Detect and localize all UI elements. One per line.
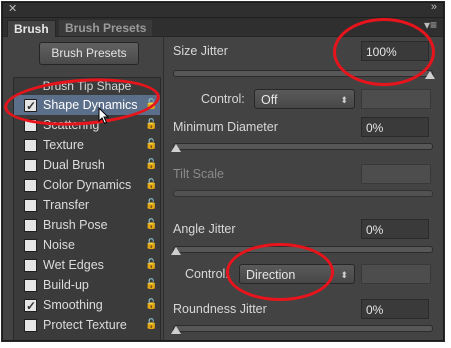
list-item-label: Transfer [43, 198, 90, 212]
list-item-label: Color Dynamics [43, 178, 132, 192]
lock-icon[interactable]: 🔓 [145, 215, 157, 235]
checkbox[interactable] [24, 259, 37, 272]
checkbox[interactable]: ✓ [24, 299, 37, 313]
panel-menu-icon[interactable]: ▾≡ [424, 18, 437, 32]
list-item-label: Smoothing [43, 298, 103, 312]
checkbox[interactable] [24, 199, 37, 212]
size-jitter-label: Size Jitter [173, 44, 228, 58]
panel-divider [163, 36, 164, 340]
lock-icon[interactable]: 🔓 [145, 115, 157, 135]
size-control-label: Control: [201, 92, 245, 106]
list-item-label: Dual Brush [43, 158, 105, 172]
angle-control-label: Control: [185, 267, 229, 281]
list-item-protect-texture[interactable]: Protect Texture 🔓 [14, 315, 160, 335]
collapse-icon[interactable]: » [431, 3, 437, 13]
angle-control-amount [361, 264, 431, 284]
checkbox[interactable] [24, 139, 37, 152]
close-icon[interactable]: ✕ [8, 3, 17, 15]
checkbox[interactable] [24, 319, 37, 332]
lock-icon[interactable]: 🔓 [145, 195, 157, 215]
minimum-diameter-slider[interactable] [173, 143, 433, 150]
tab-brush[interactable]: Brush [7, 20, 56, 37]
roundness-jitter-label: Roundness Jitter [173, 302, 267, 316]
lock-icon[interactable]: 🔓 [145, 275, 157, 295]
roundness-jitter-slider-thumb[interactable] [171, 326, 181, 334]
checkbox[interactable] [24, 159, 37, 172]
list-item-wet-edges[interactable]: Wet Edges 🔓 [14, 255, 160, 275]
minimum-diameter-slider-thumb[interactable] [171, 144, 181, 152]
tilt-scale-label: Tilt Scale [173, 167, 224, 181]
annotation-ring-size-jitter [333, 18, 435, 86]
angle-jitter-value[interactable]: 0% [361, 219, 429, 239]
mouse-cursor-icon [98, 107, 110, 125]
list-item-build-up[interactable]: Build-up 🔓 [14, 275, 160, 295]
dropdown-arrow-icon: ⬍ [340, 95, 348, 105]
lock-icon[interactable]: 🔓 [145, 255, 157, 275]
list-item-color-dynamics[interactable]: Color Dynamics 🔓 [14, 175, 160, 195]
brush-presets-button[interactable]: Brush Presets [39, 42, 139, 65]
list-item-label: Wet Edges [43, 258, 104, 272]
list-item-label: Texture [43, 138, 84, 152]
size-control-value: Off [261, 93, 278, 107]
minimum-diameter-label: Minimum Diameter [173, 120, 278, 134]
roundness-jitter-slider[interactable] [173, 325, 433, 332]
check-icon: ✓ [26, 299, 37, 313]
checkbox[interactable] [24, 239, 37, 252]
angle-jitter-slider-thumb[interactable] [171, 247, 181, 255]
list-item-transfer[interactable]: Transfer 🔓 [14, 195, 160, 215]
annotation-ring-direction [226, 243, 334, 301]
list-item-brush-pose[interactable]: Brush Pose 🔓 [14, 215, 160, 235]
roundness-jitter-value[interactable]: 0% [361, 299, 429, 319]
checkbox[interactable] [24, 179, 37, 192]
list-item-dual-brush[interactable]: Dual Brush 🔓 [14, 155, 160, 175]
tilt-scale-value [361, 164, 431, 184]
minimum-diameter-value[interactable]: 0% [361, 117, 429, 137]
list-item-smoothing[interactable]: ✓ Smoothing 🔓 [14, 295, 160, 315]
dropdown-arrow-icon: ⬍ [340, 270, 348, 280]
tilt-scale-slider [173, 190, 433, 197]
tab-brush-presets[interactable]: Brush Presets [59, 20, 153, 36]
checkbox[interactable] [24, 219, 37, 232]
list-item-label: Noise [43, 238, 75, 252]
lock-icon[interactable]: 🔓 [145, 295, 157, 315]
list-item-label: Brush Pose [43, 218, 108, 232]
size-jitter-slider-thumb[interactable] [425, 71, 435, 79]
panel-titlebar: ✕ » [3, 3, 443, 18]
checkbox[interactable] [24, 279, 37, 292]
lock-icon[interactable]: 🔓 [145, 175, 157, 195]
list-item-label: Build-up [43, 278, 89, 292]
lock-icon[interactable]: 🔓 [145, 155, 157, 175]
angle-jitter-label: Angle Jitter [173, 222, 236, 236]
lock-icon[interactable]: 🔓 [145, 135, 157, 155]
list-item-noise[interactable]: Noise 🔓 [14, 235, 160, 255]
list-item-texture[interactable]: Texture 🔓 [14, 135, 160, 155]
list-item-label: Protect Texture [43, 318, 127, 332]
lock-icon[interactable]: 🔓 [145, 235, 157, 255]
size-control-amount [361, 89, 431, 109]
lock-icon[interactable]: 🔓 [145, 315, 157, 335]
size-control-dropdown[interactable]: Off ⬍ [254, 89, 355, 109]
